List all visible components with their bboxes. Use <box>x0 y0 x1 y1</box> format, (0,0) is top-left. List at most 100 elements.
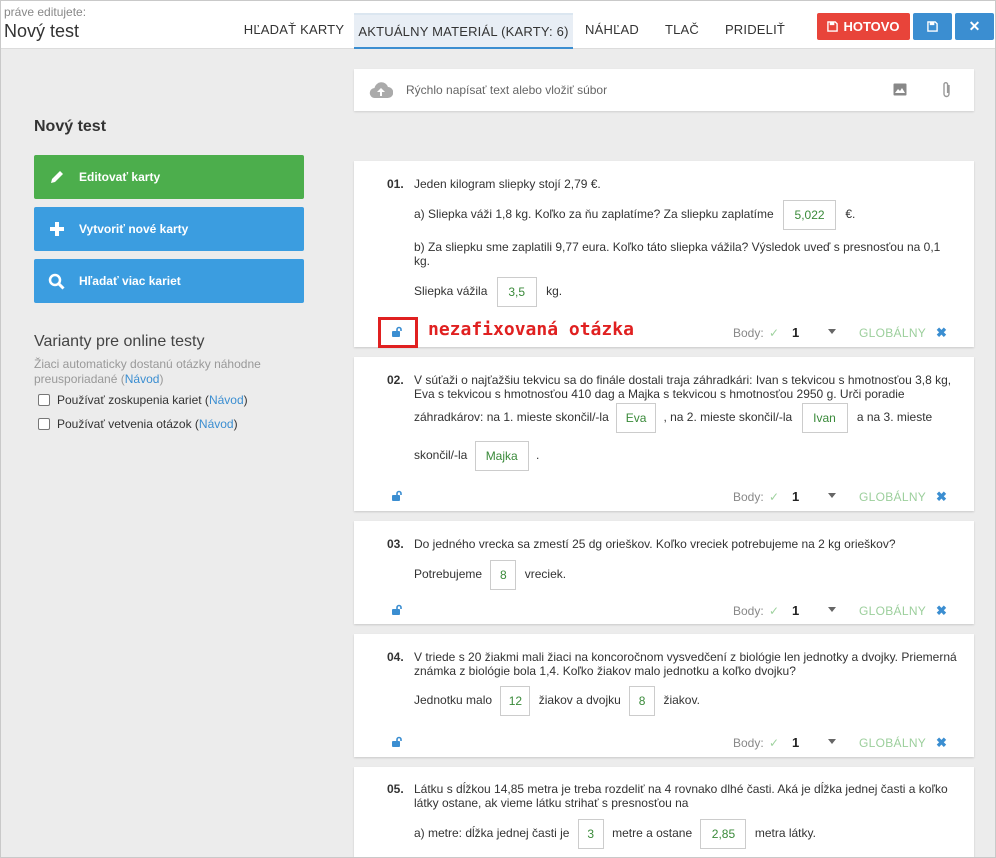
answer-prompt: Potrebujeme <box>414 567 483 582</box>
answer-field[interactable]: Eva <box>616 403 657 433</box>
global-toggle[interactable]: GLOBÁLNY <box>859 490 926 504</box>
chevron-down-icon[interactable] <box>828 739 836 744</box>
checkbox[interactable] <box>38 394 50 406</box>
tab-search-cards[interactable]: HĽADAŤ KARTY <box>234 13 354 49</box>
done-button-label: HOTOVO <box>843 19 900 34</box>
image-icon[interactable] <box>893 83 907 101</box>
card-footer: Body: ✓ 1 GLOBÁLNY ✖ <box>354 733 974 753</box>
edit-cards-button[interactable]: Editovať karty <box>34 155 304 199</box>
answer-prompt: . <box>536 448 540 463</box>
search-more-cards-label: Hľadať viac kariet <box>79 274 181 288</box>
answer-field[interactable]: 3,5 <box>496 277 537 307</box>
answer-prompt: a na 3. mieste <box>856 410 933 425</box>
points-label: Body: ✓ <box>733 326 780 340</box>
editing-label: práve editujete: <box>4 5 87 19</box>
part-a-unit: €. <box>845 207 856 222</box>
answer-prompt: žiakov a dvojku <box>538 693 621 708</box>
part-b-text: Sliepka vážila <box>414 284 488 299</box>
option-label: Používať zoskupenia kariet <box>57 393 202 407</box>
save-button[interactable] <box>913 13 952 40</box>
question-number: 05. <box>387 782 404 796</box>
annotation-text: nezafixovaná otázka <box>428 319 634 340</box>
help-link[interactable]: Návod <box>199 417 234 431</box>
floppy-icon <box>927 21 938 32</box>
paperclip-icon[interactable] <box>942 81 952 104</box>
checkbox[interactable] <box>38 418 50 430</box>
question-answers-row: Jednotku malo 12 žiakov a dvojku 8 žiako… <box>414 686 959 716</box>
done-button[interactable]: HOTOVO <box>817 13 910 40</box>
global-toggle[interactable]: GLOBÁLNY <box>859 326 926 340</box>
question-card-3: 03. Do jedného vrecka sa zmestí 25 dg or… <box>354 521 974 624</box>
answer-prompt: skončil/-la <box>414 448 468 463</box>
card-footer: Body: ✓ 1 GLOBÁLNY ✖ <box>354 601 974 621</box>
tab-print[interactable]: TLAČ <box>651 13 713 49</box>
tab-preview[interactable]: NÁHĽAD <box>573 13 651 49</box>
tab-assign[interactable]: PRIDELIŤ <box>713 13 797 49</box>
question-answers-row-1: záhradkárov: na 1. mieste skončil/-la Ev… <box>414 403 959 433</box>
question-number: 04. <box>387 650 404 664</box>
answer-field[interactable]: 5,022 <box>783 200 837 230</box>
answer-field[interactable]: 8 <box>490 560 517 590</box>
chevron-down-icon[interactable] <box>828 329 836 334</box>
option-label: Používať vetvenia otázok <box>57 417 192 431</box>
answer-prompt: metre a ostane <box>612 826 693 841</box>
delete-icon[interactable]: ✖ <box>936 735 947 751</box>
part-b-unit: kg. <box>546 284 563 299</box>
part-a-text: a) Sliepka váži 1,8 kg. Koľko za ňu zapl… <box>414 207 774 222</box>
answer-prompt: metra látky. <box>754 826 816 841</box>
close-button[interactable]: ✕ <box>955 13 994 40</box>
top-bar: práve editujete: Nový test HĽADAŤ KARTY … <box>1 1 995 49</box>
edit-cards-label: Editovať karty <box>79 170 161 184</box>
question-part-a: a) Sliepka váži 1,8 kg. Koľko za ňu zapl… <box>414 200 959 230</box>
help-link[interactable]: Návod <box>209 393 244 407</box>
points-value[interactable]: 1 <box>792 489 799 504</box>
delete-icon[interactable]: ✖ <box>936 603 947 619</box>
quick-input-placeholder[interactable]: Rýchlo napísať text alebo vložiť súbor <box>406 83 607 97</box>
unlock-icon[interactable] <box>391 604 403 619</box>
question-text: V triede s 20 žiakmi mali žiaci na konco… <box>414 650 957 678</box>
question-answers-row: Potrebujeme 8 vreciek. <box>414 560 959 590</box>
check-icon: ✓ <box>769 490 780 504</box>
points-value[interactable]: 1 <box>792 603 799 618</box>
create-cards-button[interactable]: Vytvoriť nové karty <box>34 207 304 251</box>
close-icon: ✕ <box>968 18 981 34</box>
answer-field[interactable]: 12 <box>500 686 531 716</box>
question-card-4: 04. V triede s 20 žiakmi mali žiaci na k… <box>354 634 974 757</box>
unlock-icon[interactable] <box>391 490 403 505</box>
chevron-down-icon[interactable] <box>828 607 836 612</box>
unlock-icon[interactable] <box>391 736 403 751</box>
answer-prompt: žiakov. <box>663 693 700 708</box>
question-text: Do jedného vrecka sa zmestí 25 dg oriešk… <box>414 537 896 551</box>
answer-field[interactable]: 2,85 <box>700 819 747 849</box>
create-cards-label: Vytvoriť nové karty <box>79 222 189 236</box>
answer-prompt: Jednotku malo <box>414 693 493 708</box>
points-value[interactable]: 1 <box>792 735 799 750</box>
question-part-b: b) Za sliepku sme zaplatili 9,77 eura. K… <box>414 240 941 268</box>
points-value[interactable]: 1 <box>792 325 799 340</box>
option-question-branching[interactable]: Používať vetvenia otázok (Návod) <box>38 417 238 431</box>
answer-field[interactable]: 8 <box>629 686 656 716</box>
delete-icon[interactable]: ✖ <box>936 489 947 505</box>
answer-field[interactable]: Majka <box>474 441 529 471</box>
question-text: Jeden kilogram sliepky stojí 2,79 €. <box>414 177 601 191</box>
card-footer: Body: ✓ 1 GLOBÁLNY ✖ <box>354 487 974 507</box>
help-link[interactable]: Návod <box>125 372 160 386</box>
option-card-groups[interactable]: Používať zoskupenia kariet (Návod) <box>38 393 248 407</box>
cloud-upload-icon[interactable] <box>369 81 394 104</box>
plus-icon <box>34 221 79 237</box>
check-icon: ✓ <box>769 736 780 750</box>
delete-icon[interactable]: ✖ <box>936 325 947 341</box>
answer-field[interactable]: 3 <box>577 819 604 849</box>
global-toggle[interactable]: GLOBÁLNY <box>859 604 926 618</box>
global-toggle[interactable]: GLOBÁLNY <box>859 736 926 750</box>
question-number: 01. <box>387 177 404 191</box>
answer-field[interactable]: Ivan <box>801 403 848 433</box>
tab-current-material[interactable]: AKTUÁLNY MATERIÁL (KARTY: 6) <box>354 13 573 49</box>
chevron-down-icon[interactable] <box>828 493 836 498</box>
question-text: V súťaži o najťažšiu tekvicu sa do finál… <box>414 373 952 401</box>
app-frame: práve editujete: Nový test HĽADAŤ KARTY … <box>0 0 996 858</box>
question-card-2: 02. V súťaži o najťažšiu tekvicu sa do f… <box>354 357 974 511</box>
sidebar-title: Nový test <box>34 118 107 135</box>
search-more-cards-button[interactable]: Hľadať viac kariet <box>34 259 304 303</box>
quick-input-bar[interactable]: Rýchlo napísať text alebo vložiť súbor <box>354 69 974 111</box>
